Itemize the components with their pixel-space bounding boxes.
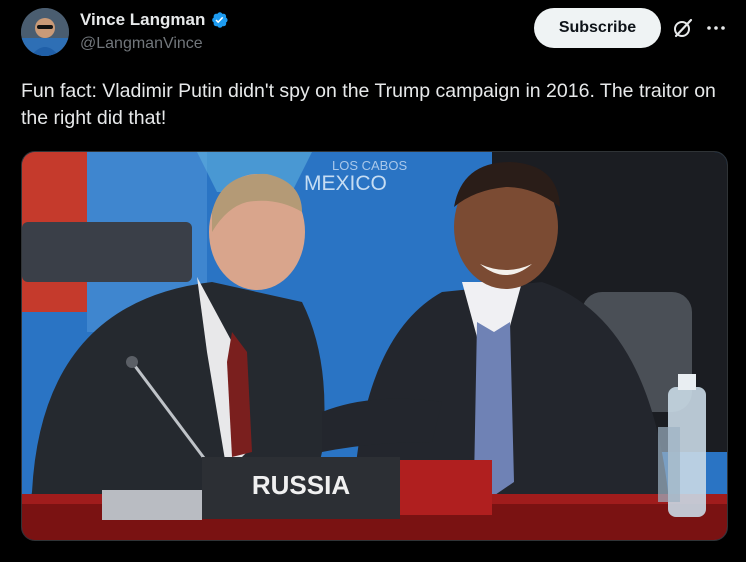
author-display-name[interactable]: Vince Langman	[80, 10, 205, 30]
subscribe-button[interactable]: Subscribe	[534, 8, 661, 48]
author-handle[interactable]: @LangmanVince	[80, 35, 229, 53]
backdrop-text-bottom: MEXICO	[304, 172, 387, 195]
verified-badge-icon	[209, 10, 229, 30]
author-info: Vince Langman @LangmanVince	[80, 9, 229, 53]
more-icon[interactable]	[704, 16, 728, 40]
backdrop-text-top: LOS CABOS	[332, 158, 407, 173]
tweet-photo[interactable]: LOS CABOS MEXICO RUSSIA	[21, 151, 728, 541]
author-avatar[interactable]	[21, 8, 69, 56]
tweet-text: Fun fact: Vladimir Putin didn't spy on t…	[21, 80, 716, 129]
russia-name-plate: RUSSIA	[252, 470, 350, 500]
grok-icon[interactable]	[672, 17, 694, 39]
